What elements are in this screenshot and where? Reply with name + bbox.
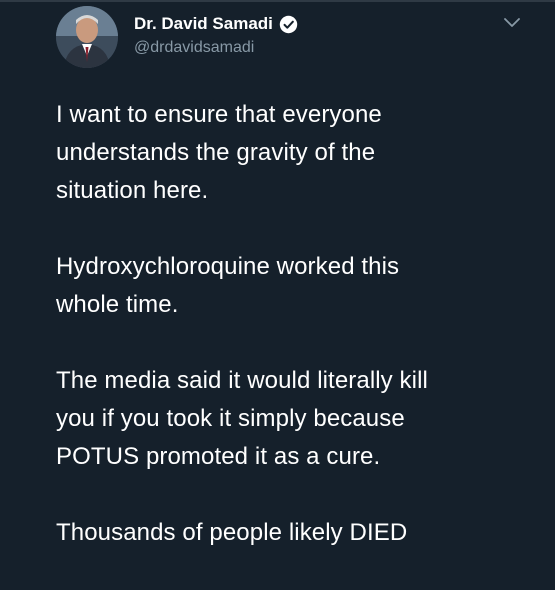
author-display-name[interactable]: Dr. David Samadi (134, 14, 273, 34)
tweet-text: I want to ensure that everyone understan… (56, 96, 536, 590)
chevron-down-icon[interactable] (503, 16, 521, 30)
avatar[interactable] (56, 6, 118, 68)
avatar-photo (56, 6, 118, 68)
author-name-row: Dr. David Samadi (134, 14, 298, 34)
verified-badge-icon (279, 15, 298, 33)
tweet-paragraph: Thousands of people likely DIED (56, 519, 408, 546)
author-handle[interactable]: @drdavidsamadi (134, 39, 254, 57)
tweet-header: Dr. David Samadi @drdavidsamadi (56, 6, 535, 68)
tweet-paragraph: The media said it would literally kill y… (56, 367, 428, 470)
tweet-paragraph: Hydroxychloroquine worked this whole tim… (56, 253, 400, 318)
tweet-paragraph: I want to ensure that everyone understan… (56, 101, 382, 204)
top-divider (0, 0, 555, 2)
